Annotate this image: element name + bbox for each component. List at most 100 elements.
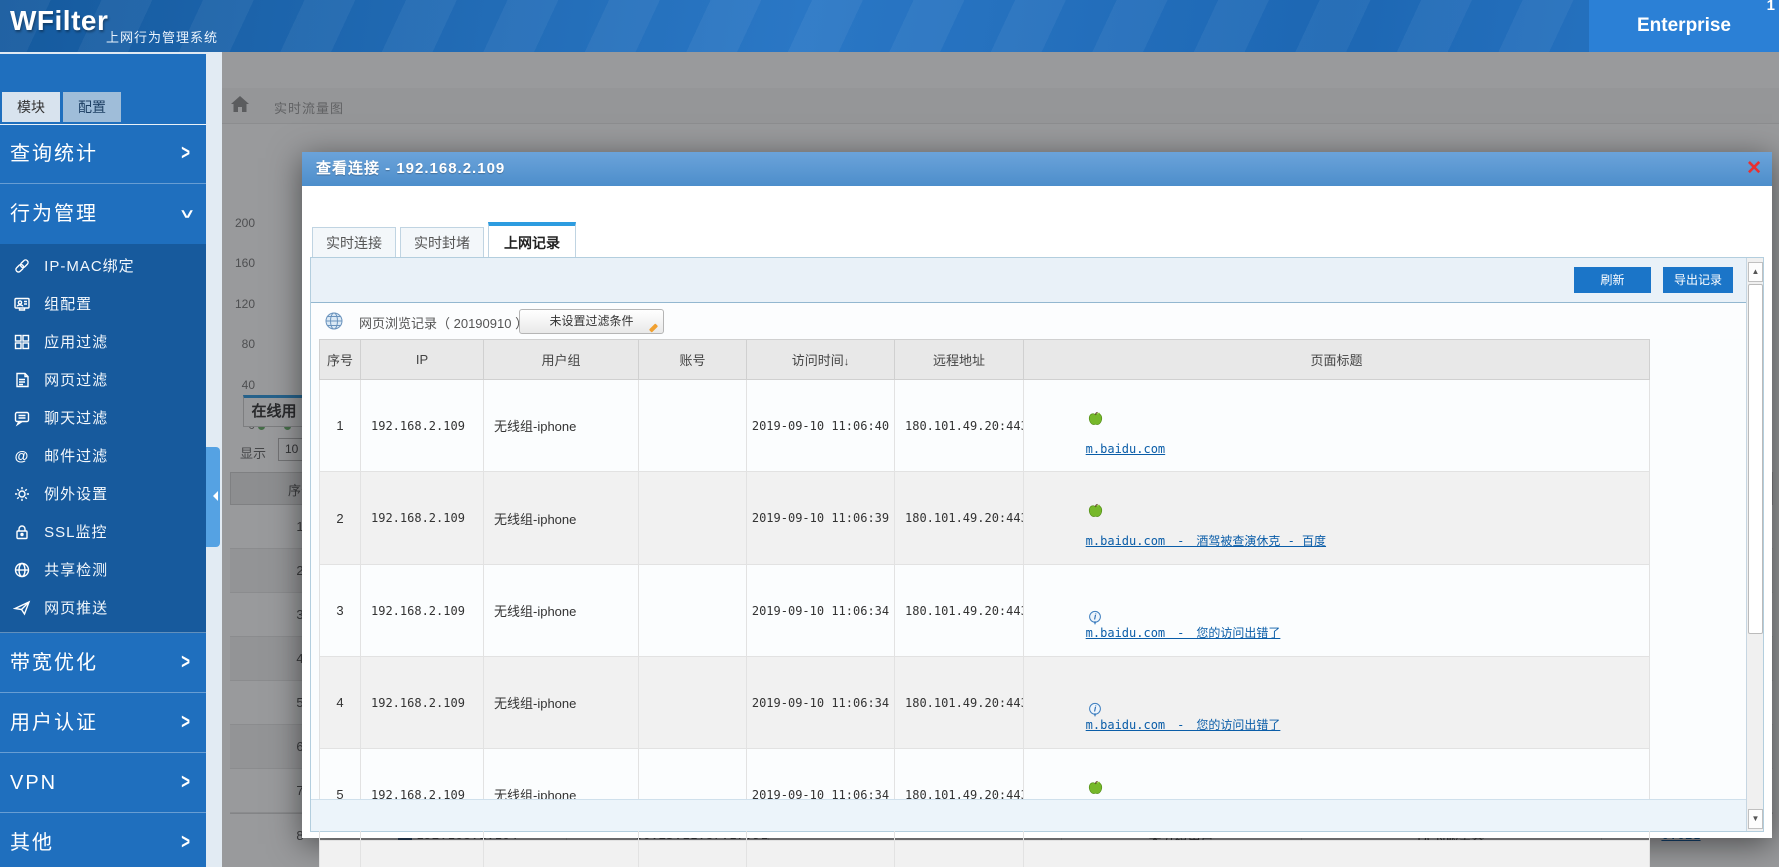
records-filter-label: 网页浏览记录（ 20190910 ）: [359, 316, 529, 331]
group-icon: [13, 290, 31, 311]
sidebar: 模块 配置 查询统计 > 行为管理 > IP-MAC绑定 组配置 应用过滤 网页…: [0, 52, 206, 867]
record-row: 3 192.168.2.109 无线组-iphone 2019-09-10 11…: [319, 564, 1650, 657]
send-icon: [12, 594, 31, 616]
sidebar-tabs: 模块 配置: [2, 92, 124, 122]
sidebar-section-other[interactable]: 其他 >: [0, 813, 206, 867]
cell-page-title: i m.baidu.com - 酒驾被查演休克 - 百度: [1023, 471, 1650, 565]
cell-time: 2019-09-10 11:06:34: [746, 564, 895, 657]
filter-condition-button[interactable]: 未设置过滤条件: [519, 309, 664, 334]
sort-desc-icon: ↓: [843, 356, 850, 368]
sidebar-section-auth[interactable]: 用户认证 >: [0, 693, 206, 753]
tab-config[interactable]: 配置: [63, 92, 121, 122]
sidebar-item-web-filter[interactable]: 网页过滤: [0, 362, 206, 400]
tab-modules[interactable]: 模块: [2, 92, 60, 122]
globe-icon: [323, 310, 345, 337]
cell-seq: 3: [319, 564, 361, 657]
cell-time: 2019-09-10 11:06:34: [746, 656, 895, 749]
cell-account: [638, 471, 747, 565]
cell-remote: 180.101.49.20:443: [894, 840, 1024, 867]
cell-seq: 6: [319, 840, 361, 867]
page-link[interactable]: m.baidu.com - 酒驾被查演休克 - 百度: [1086, 534, 1326, 548]
cell-group: 无线组-iphone: [483, 379, 639, 472]
sidebar-item-ssl-monitor[interactable]: SSL监控: [0, 514, 206, 552]
sidebar-item-web-push[interactable]: 网页推送: [0, 590, 206, 628]
chevron-right-icon: >: [181, 830, 190, 855]
corner-badge: 1: [1766, 0, 1775, 14]
cell-ip: 192.168.2.109: [360, 564, 484, 657]
header-page-title[interactable]: 页面标题: [1023, 339, 1650, 380]
cell-page-title: i m.baidu.com: [1023, 379, 1650, 472]
sidebar-item-mail-filter[interactable]: @ 邮件过滤: [0, 438, 206, 476]
sidebar-item-ip-mac[interactable]: IP-MAC绑定: [0, 248, 206, 286]
cell-remote: 180.101.49.20:443: [894, 471, 1024, 565]
app-header: WFilter 上网行为管理系统 Enterprise 1: [0, 0, 1779, 52]
refresh-button[interactable]: 刷新: [1574, 267, 1651, 293]
cell-ip: 192.168.2.109: [360, 840, 484, 867]
cell-page-title: i m.baidu.com - 您的访问出错了: [1023, 656, 1650, 749]
records-tbody: 1 192.168.2.109 无线组-iphone 2019-09-10 11…: [319, 379, 1650, 867]
close-icon[interactable]: ✕: [1746, 152, 1762, 186]
records-table-header-row: 序号 IP 用户组 账号 访问时间↓ 远程地址 页面标题: [319, 339, 1650, 380]
cell-seq: 2: [319, 471, 361, 565]
page-link[interactable]: m.baidu.com: [1086, 442, 1165, 456]
sidebar-section-bandwidth[interactable]: 带宽优化 >: [0, 633, 206, 693]
cell-account: [638, 840, 747, 867]
view-connections-dialog: 查看连接 - 192.168.2.109 ✕ 实时连接 实时封堵 上网记录 刷新…: [302, 152, 1772, 867]
cell-ip: 192.168.2.109: [360, 471, 484, 565]
record-row: 2 192.168.2.109 无线组-iphone 2019-09-10 11…: [319, 471, 1650, 565]
cell-ip: 192.168.2.109: [360, 379, 484, 472]
scrollbar-thumb[interactable]: [1748, 284, 1763, 634]
sidebar-nav: 查询统计 > 行为管理 > IP-MAC绑定 组配置 应用过滤 网页过滤 聊天过…: [0, 124, 206, 867]
sidebar-item-share-detect[interactable]: 共享检测: [0, 552, 206, 590]
info-icon: i: [1088, 702, 1101, 717]
vertical-scrollbar[interactable]: ▲ ▼: [1746, 258, 1763, 831]
cell-group: 无线组-iphone: [483, 564, 639, 657]
header-time[interactable]: 访问时间↓: [746, 339, 895, 380]
favicon: i: [1058, 580, 1101, 625]
page-link[interactable]: m.baidu.com - 您的访问出错了: [1086, 626, 1281, 640]
dialog-tabs: 实时连接 实时封堵 上网记录: [312, 222, 580, 260]
sidebar-section-behavior[interactable]: 行为管理 >: [0, 184, 206, 244]
tab-web-records[interactable]: 上网记录: [488, 222, 576, 260]
info-icon: i: [1088, 610, 1101, 625]
sidebar-item-group-config[interactable]: 组配置: [0, 286, 206, 324]
webpage-icon: [13, 366, 31, 388]
sidebar-item-app-filter[interactable]: 应用过滤: [0, 324, 206, 362]
chevron-down-icon: >: [174, 209, 199, 219]
sidebar-collapse-handle[interactable]: [206, 447, 220, 547]
header-seq[interactable]: 序号: [319, 339, 361, 380]
filter-row: 网页浏览记录（ 20190910 ） 未设置过滤条件: [311, 304, 1746, 339]
tab-realtime-connections[interactable]: 实时连接: [312, 227, 396, 259]
header-ip[interactable]: IP: [360, 339, 484, 380]
favicon: i: [1058, 856, 1076, 867]
scroll-up-icon[interactable]: ▲: [1748, 262, 1763, 282]
record-row: 4 192.168.2.109 无线组-iphone 2019-09-10 11…: [319, 656, 1650, 749]
sidebar-section-vpn[interactable]: VPN >: [0, 753, 206, 813]
cell-account: [638, 564, 747, 657]
records-panel: 刷新 导出记录 网页浏览记录（ 20190910 ） 未设置过滤条件 序号 IP: [310, 257, 1764, 867]
cell-group: 无线组-iphone: [483, 656, 639, 749]
tab-realtime-blocks[interactable]: 实时封堵: [400, 227, 484, 259]
page-link[interactable]: m.baidu.com - 您的访问出错了: [1086, 718, 1281, 732]
export-records-button[interactable]: 导出记录: [1663, 267, 1733, 293]
cell-page-title: i m.baidu.com - 您的访问出错了: [1023, 564, 1650, 657]
sidebar-section-query-stats[interactable]: 查询统计 >: [0, 124, 206, 184]
cell-account: [638, 656, 747, 749]
cell-time: 2019-09-10 11:06:39: [746, 471, 895, 565]
records-toolbar: 刷新 导出记录: [311, 258, 1763, 303]
record-row: 6 192.168.2.109 无线组-iphone 2019-09-10 11…: [319, 840, 1650, 867]
favicon: i: [1058, 672, 1101, 717]
cell-remote: 180.101.49.20:443: [894, 379, 1024, 472]
scroll-down-icon[interactable]: ▼: [1748, 809, 1763, 829]
sidebar-item-exceptions[interactable]: 例外设置: [0, 476, 206, 514]
chat-icon: [13, 404, 31, 427]
header-account[interactable]: 账号: [638, 339, 747, 380]
sidebar-item-chat-filter[interactable]: 聊天过滤: [0, 400, 206, 438]
lock-icon: [13, 518, 31, 540]
app-logo: WFilter: [10, 5, 109, 36]
header-group[interactable]: 用户组: [483, 339, 639, 380]
favicon: i: [1058, 395, 1102, 425]
cell-page-title: i m.baidu.com - 百度一下: [1023, 840, 1650, 867]
cell-remote: 180.101.49.20:443: [894, 564, 1024, 657]
header-remote[interactable]: 远程地址: [894, 339, 1024, 380]
